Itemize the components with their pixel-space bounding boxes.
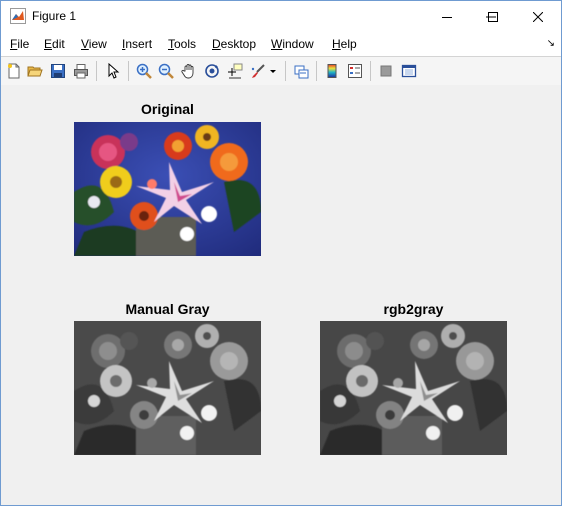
data-cursor-icon xyxy=(228,63,243,79)
show-plot-tools-icon xyxy=(401,64,417,78)
menu-tools[interactable]: Tools xyxy=(168,37,196,51)
manual-gray-picture xyxy=(74,321,261,455)
rgb2gray-image[interactable] xyxy=(320,321,507,455)
pan-button[interactable] xyxy=(179,61,199,81)
brush-button[interactable] xyxy=(248,61,268,81)
data-cursor-button[interactable] xyxy=(225,61,245,81)
menu-help[interactable]: Help xyxy=(332,37,357,51)
pointer-icon xyxy=(108,63,120,79)
maximize-button-area[interactable] xyxy=(470,1,516,32)
save-icon xyxy=(51,64,65,78)
axes-title-rgb2gray: rgb2gray xyxy=(383,301,444,317)
rotate-3d-icon xyxy=(205,64,219,78)
open-file-icon xyxy=(27,66,43,77)
figure-canvas: Original Manual Gray rgb2gray xyxy=(1,85,561,505)
dock-figure-icon[interactable]: ↘ xyxy=(547,38,555,49)
toolbar-separator xyxy=(370,61,371,81)
legend-icon xyxy=(348,64,362,78)
print-icon xyxy=(74,64,88,79)
figure-toolbar xyxy=(1,56,561,86)
original-image[interactable] xyxy=(74,122,261,256)
original-image-picture xyxy=(74,122,261,256)
insert-colorbar-button[interactable] xyxy=(322,61,342,81)
axes-title-manual-gray: Manual Gray xyxy=(125,301,210,317)
matlab-logo-icon xyxy=(10,8,26,24)
minimize-icon xyxy=(442,16,452,18)
rgb2gray-picture xyxy=(320,321,507,455)
new-figure-icon xyxy=(8,63,20,79)
pan-icon xyxy=(181,64,194,79)
toolbar-separator xyxy=(316,61,317,81)
menu-window[interactable]: Window xyxy=(271,37,314,51)
menu-edit[interactable]: Edit xyxy=(44,37,65,51)
menu-bar: File Edit View Insert Tools Desktop Wind… xyxy=(1,32,561,56)
toolbar-separator xyxy=(128,61,129,81)
brush-icon xyxy=(251,64,265,78)
menu-insert[interactable]: Insert xyxy=(122,37,152,51)
window-title: Figure 1 xyxy=(32,9,77,23)
edit-plot-button[interactable] xyxy=(103,61,123,81)
title-bar[interactable]: Figure 1 xyxy=(1,1,561,32)
open-file-button[interactable] xyxy=(25,61,45,81)
zoom-in-button[interactable] xyxy=(134,61,154,81)
link-plot-icon xyxy=(294,65,309,79)
menu-desktop[interactable]: Desktop xyxy=(212,37,256,51)
toolbar-separator xyxy=(96,61,97,81)
minimize-button-area[interactable] xyxy=(424,1,470,32)
manual-gray-image[interactable] xyxy=(74,321,261,455)
hide-plot-tools-icon xyxy=(380,65,392,77)
new-figure-button[interactable] xyxy=(4,61,24,81)
maximize-icon xyxy=(488,11,498,22)
axes-title-original: Original xyxy=(141,101,194,117)
hide-plot-tools-button[interactable] xyxy=(376,61,396,81)
close-button[interactable] xyxy=(515,1,561,32)
print-button[interactable] xyxy=(71,61,91,81)
zoom-out-button[interactable] xyxy=(156,61,176,81)
zoom-out-icon xyxy=(158,63,174,79)
show-plot-tools-button[interactable] xyxy=(399,61,419,81)
colorbar-icon xyxy=(327,64,337,78)
brush-dropdown[interactable] xyxy=(266,61,280,81)
menu-view[interactable]: View xyxy=(81,37,107,51)
menu-file[interactable]: File xyxy=(10,37,29,51)
save-button[interactable] xyxy=(48,61,68,81)
insert-legend-button[interactable] xyxy=(345,61,365,81)
chevron-down-icon xyxy=(270,70,276,73)
toolbar-separator xyxy=(285,61,286,81)
zoom-in-icon xyxy=(136,63,152,79)
close-icon xyxy=(533,11,543,22)
figure-window: Figure 1 File Edit View Insert Tools Des… xyxy=(0,0,562,506)
rotate-3d-button[interactable] xyxy=(202,61,222,81)
link-plot-button[interactable] xyxy=(291,61,311,81)
